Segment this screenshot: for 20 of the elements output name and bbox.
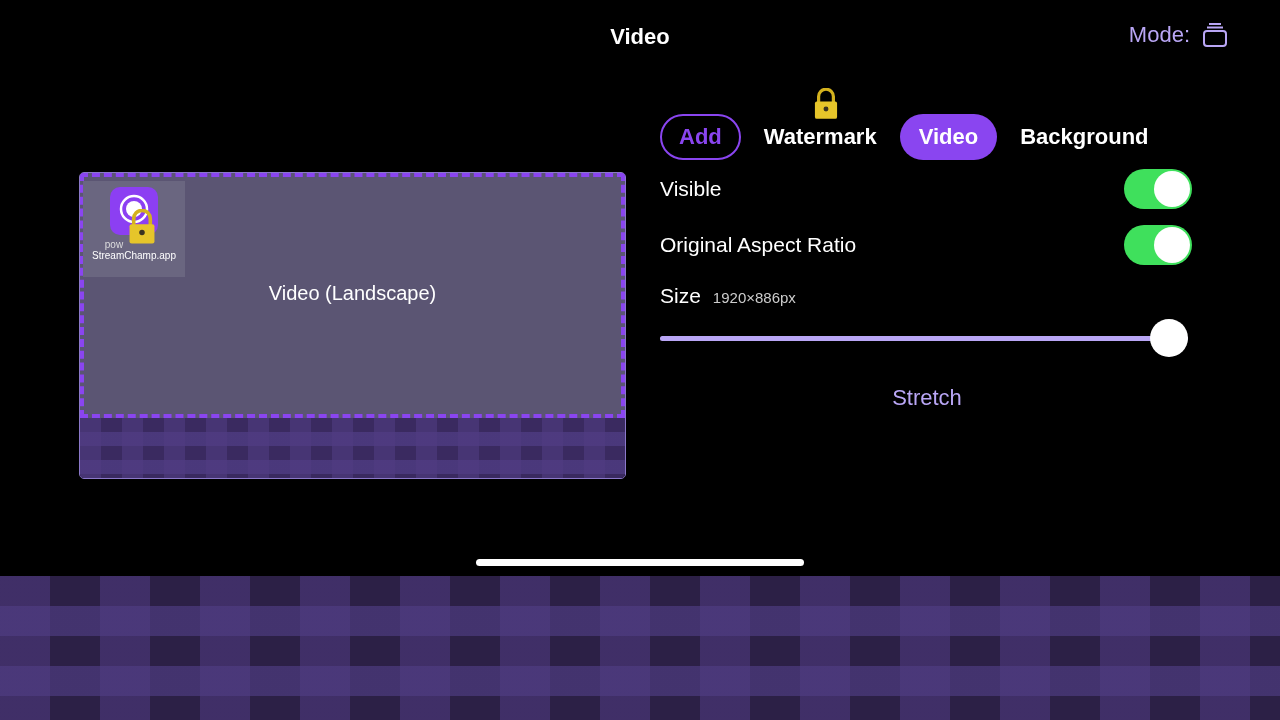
size-label: Size [660,284,701,308]
tab[interactable]: Video [899,114,998,160]
toggle-switch[interactable] [1124,169,1192,209]
video-area[interactable]: pow StreamChamp.app Video (Landscape) [80,173,625,418]
watermark-tile[interactable]: pow StreamChamp.app [83,181,185,277]
size-slider[interactable] [660,318,1188,358]
size-reading: 1920×886px [712,289,796,306]
setting-label: Visible [660,177,722,201]
screen-title: Video [610,24,670,50]
tab[interactable]: Watermark [744,114,896,160]
stretch-button[interactable]: Stretch [886,384,968,412]
video-label: Video (Landscape) [268,282,437,305]
stack-icon[interactable] [1202,22,1228,48]
toggle-switch[interactable] [1124,225,1192,265]
watermark-caption: StreamChamp.app [92,250,176,261]
mode-label: Mode: [1128,22,1190,48]
tab[interactable]: Add [660,114,741,160]
watermark-caption: pow [104,239,124,250]
setting-label: Original Aspect Ratio [660,233,857,257]
tab[interactable]: Background [1001,114,1168,160]
